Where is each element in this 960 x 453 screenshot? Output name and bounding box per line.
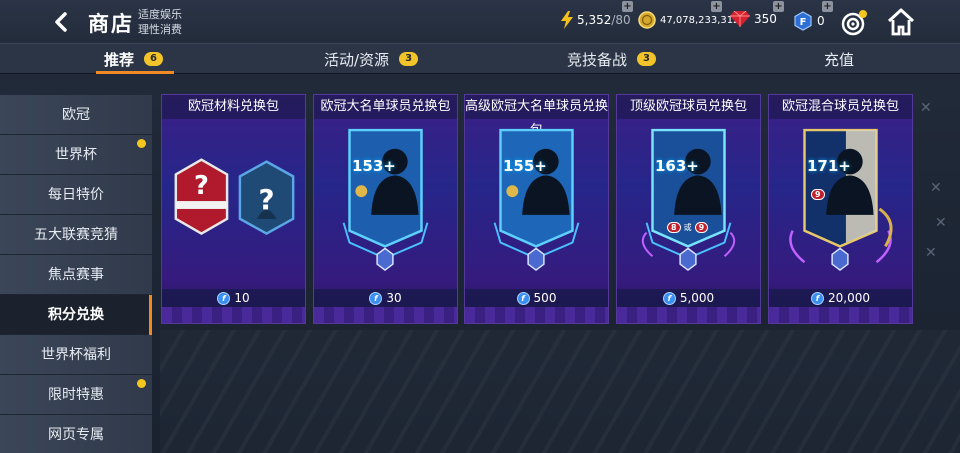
tab-events-resources[interactable]: 活动/资源 3 bbox=[324, 44, 419, 74]
fifa-points-display: F 0 bbox=[793, 11, 825, 31]
back-arrow-icon[interactable] bbox=[50, 10, 74, 34]
tab-badge: 3 bbox=[637, 52, 656, 66]
svg-text:F: F bbox=[800, 17, 807, 28]
tab-recharge[interactable]: 充值 bbox=[824, 44, 854, 74]
pack-price: f 20,000 bbox=[769, 289, 912, 307]
pack-title: 欧冠大名单球员兑换包 bbox=[314, 95, 457, 119]
rank-badge: 9 bbox=[811, 189, 825, 200]
notification-dot bbox=[137, 139, 146, 148]
page-title: 商店 bbox=[88, 12, 134, 36]
player-card-art bbox=[641, 128, 736, 272]
fifa-coin-icon: f bbox=[516, 291, 530, 305]
rank-badge: 9 bbox=[694, 222, 709, 233]
mystery-mark-left: ? bbox=[194, 171, 209, 201]
pack-price: f 500 bbox=[465, 289, 608, 307]
health-slogan: 适度娱乐 理性消费 bbox=[138, 8, 182, 36]
pack-card[interactable]: 高级欧冠大名单球员兑换包 155+ f500 bbox=[464, 94, 609, 324]
gems-display: 350 bbox=[730, 11, 777, 27]
card-footer-decor bbox=[769, 307, 912, 323]
target-goals-icon[interactable] bbox=[841, 10, 867, 36]
material-pack-art: ? ? bbox=[174, 158, 295, 236]
energy-max: /80 bbox=[611, 13, 631, 27]
rank-badges: 8 或 9 bbox=[667, 222, 709, 233]
pack-card[interactable]: 欧冠混合球员兑换包 171+ 9 f 20,000 bbox=[768, 94, 913, 324]
sidebar-item-points-exchange[interactable]: 积分兑换 bbox=[0, 295, 152, 335]
home-icon[interactable] bbox=[886, 8, 916, 36]
fifa-points-value: 0 bbox=[817, 14, 825, 28]
coins-value: 47,078,233,312 bbox=[660, 14, 740, 26]
fifa-coin-icon: f bbox=[217, 291, 231, 305]
tab-recommended[interactable]: 推荐 6 bbox=[104, 44, 163, 74]
lightning-icon bbox=[561, 11, 573, 29]
pack-card[interactable]: 欧冠材料兑换包 ? ? f 10 bbox=[161, 94, 306, 324]
sidebar-item-world-cup-rewards[interactable]: 世界杯福利 bbox=[0, 335, 152, 375]
card-footer-decor bbox=[314, 307, 457, 323]
ovr-rating: 163+ bbox=[655, 157, 699, 175]
coin-icon bbox=[638, 11, 656, 29]
decor-cross: ✕ bbox=[930, 180, 942, 196]
fifa-coin-icon: f bbox=[369, 291, 383, 305]
ovr-rating: 155+ bbox=[503, 157, 547, 175]
add-energy-button[interactable]: + bbox=[622, 1, 633, 12]
card-footer-decor bbox=[617, 307, 760, 323]
coins-display: 47,078,233,312 bbox=[638, 11, 740, 29]
gems-value: 350 bbox=[754, 12, 777, 26]
pack-title: 欧冠混合球员兑换包 bbox=[769, 95, 912, 119]
pack-price: f 10 bbox=[162, 289, 305, 307]
sidebar-item-daily-deals[interactable]: 每日特价 bbox=[0, 175, 152, 215]
pack-card[interactable]: 欧冠大名单球员兑换包 153+ f 30 bbox=[313, 94, 458, 324]
rank-or-text: 或 bbox=[683, 223, 692, 232]
pack-price: f 30 bbox=[314, 289, 457, 307]
pack-title: 欧冠材料兑换包 bbox=[162, 95, 305, 119]
player-card-art bbox=[493, 128, 580, 272]
tab-competition-prep[interactable]: 竞技备战 3 bbox=[567, 44, 656, 74]
card-footer-decor bbox=[162, 307, 305, 323]
pack-title: 顶级欧冠球员兑换包 bbox=[617, 95, 760, 119]
sidebar-item-featured-matches[interactable]: 焦点赛事 bbox=[0, 255, 152, 295]
rank-badge: 8 bbox=[667, 222, 681, 233]
tab-badge: 6 bbox=[144, 52, 163, 66]
rank-badges: 9 bbox=[811, 189, 825, 200]
pack-price: f 5,000 bbox=[617, 289, 760, 307]
add-gems-button[interactable]: + bbox=[773, 1, 784, 12]
pack-card[interactable]: 顶级欧冠球员兑换包 163+ 8 或 9 f 5,000 bbox=[616, 94, 761, 324]
decor-cross: ✕ bbox=[935, 215, 947, 231]
energy-display: 5,352/80 bbox=[561, 11, 631, 29]
pack-title: 高级欧冠大名单球员兑换包 bbox=[465, 95, 608, 138]
decor-cross: ✕ bbox=[925, 245, 937, 261]
mystery-mark-right: ? bbox=[259, 183, 275, 216]
decor-cross: ✕ bbox=[920, 100, 932, 116]
active-tab-indicator bbox=[96, 71, 174, 74]
tab-badge: 3 bbox=[399, 52, 419, 66]
ovr-rating: 153+ bbox=[352, 157, 396, 175]
player-card-art bbox=[342, 128, 429, 272]
ruby-gem-icon bbox=[730, 11, 750, 27]
sidebar-item-league-predictions[interactable]: 五大联赛竞猜 bbox=[0, 215, 152, 255]
add-points-button[interactable]: + bbox=[822, 1, 833, 12]
add-coins-button[interactable]: + bbox=[711, 1, 722, 12]
player-card-art bbox=[789, 128, 893, 272]
card-footer-decor bbox=[465, 307, 608, 323]
fifa-points-icon: F bbox=[794, 11, 812, 31]
sidebar-item-champions-league[interactable]: 欧冠 bbox=[0, 95, 152, 135]
notification-dot bbox=[137, 379, 146, 388]
energy-value: 5,352 bbox=[577, 13, 612, 27]
sidebar-item-world-cup[interactable]: 世界杯 bbox=[0, 135, 152, 175]
top-bar: 商店 适度娱乐 理性消费 5,352/80 + 47,078,233,312 +… bbox=[0, 0, 960, 44]
background-pattern bbox=[160, 330, 960, 453]
fifa-coin-icon: f bbox=[662, 291, 676, 305]
sidebar-item-web-exclusive[interactable]: 网页专属 bbox=[0, 415, 152, 453]
tab-bar: 推荐 6 活动/资源 3 竞技备战 3 充值 bbox=[0, 44, 960, 74]
sidebar: 欧冠 世界杯 每日特价 五大联赛竞猜 焦点赛事 积分兑换 世界杯福利 限时特惠 … bbox=[0, 95, 152, 453]
sidebar-item-limited-offers[interactable]: 限时特惠 bbox=[0, 375, 152, 415]
ovr-rating: 171+ bbox=[807, 157, 851, 175]
fifa-coin-icon: f bbox=[811, 291, 824, 305]
